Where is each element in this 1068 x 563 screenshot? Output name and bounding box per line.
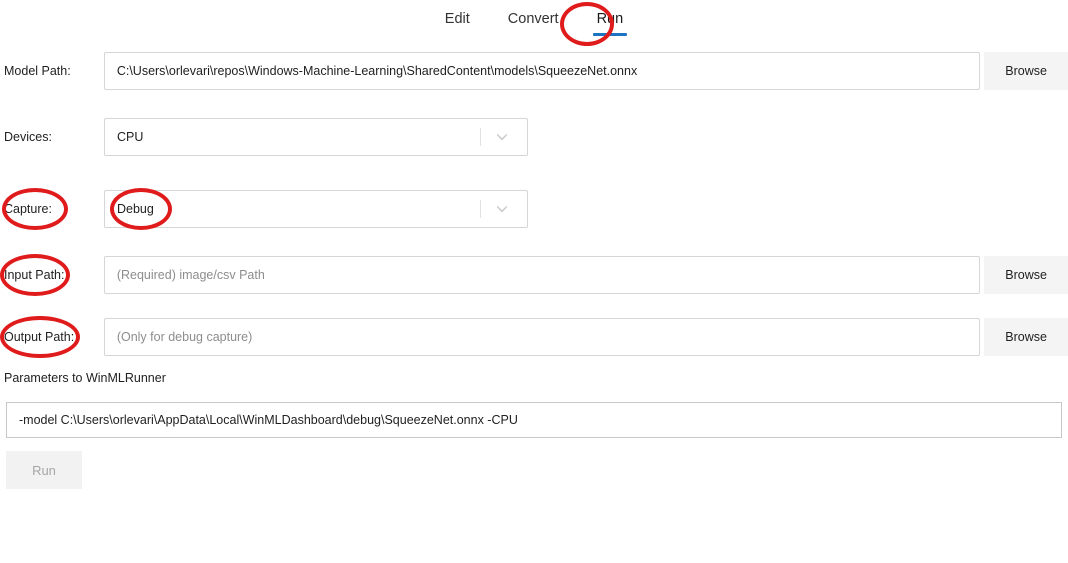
capture-value: Debug xyxy=(117,202,154,216)
tab-bar: Edit Convert Run xyxy=(0,0,1068,44)
model-path-label: Model Path: xyxy=(4,64,71,78)
output-path-placeholder: (Only for debug capture) xyxy=(116,330,253,344)
input-path-browse-button[interactable]: Browse xyxy=(984,256,1068,294)
model-path-browse-label: Browse xyxy=(1005,64,1047,78)
capture-dropdown[interactable]: Debug xyxy=(104,190,528,228)
tab-convert-label: Convert xyxy=(507,11,559,28)
output-path-browse-label: Browse xyxy=(1005,330,1047,344)
output-path-label: Output Path: xyxy=(4,330,75,344)
parameters-input[interactable]: -model C:\Users\orlevari\AppData\Local\W… xyxy=(6,402,1062,438)
chevron-down-icon[interactable] xyxy=(495,130,509,144)
run-button-label: Run xyxy=(32,462,56,478)
input-path-input[interactable]: (Required) image/csv Path xyxy=(103,256,981,294)
devices-value: CPU xyxy=(117,130,144,144)
input-path-label: Input Path: xyxy=(4,268,65,282)
output-path-row: Output Path: (Only for debug capture) Br… xyxy=(0,318,1068,356)
devices-label: Devices: xyxy=(4,130,52,144)
tab-edit[interactable]: Edit xyxy=(437,8,478,36)
parameters-label: Parameters to WinMLRunner xyxy=(4,371,166,385)
devices-row: Devices: CPU xyxy=(0,118,1068,156)
tab-run[interactable]: Run xyxy=(589,8,632,36)
capture-row: Capture: Debug xyxy=(0,190,1068,228)
tab-run-label: Run xyxy=(596,11,624,28)
parameters-value: -model C:\Users\orlevari\AppData\Local\W… xyxy=(19,413,518,427)
model-path-input[interactable]: C:\Users\orlevari\repos\Windows-Machine-… xyxy=(103,52,981,90)
tab-edit-label: Edit xyxy=(444,11,470,28)
input-path-placeholder: (Required) image/csv Path xyxy=(116,268,265,282)
run-button[interactable]: Run xyxy=(6,451,82,489)
capture-divider xyxy=(480,200,481,218)
model-path-value: C:\Users\orlevari\repos\Windows-Machine-… xyxy=(116,64,638,78)
input-path-browse-label: Browse xyxy=(1005,268,1047,282)
tab-convert[interactable]: Convert xyxy=(500,8,567,36)
devices-divider xyxy=(480,128,481,146)
model-path-browse-button[interactable]: Browse xyxy=(984,52,1068,90)
output-path-input[interactable]: (Only for debug capture) xyxy=(103,318,981,356)
capture-label: Capture: xyxy=(4,202,52,216)
model-path-row: Model Path: C:\Users\orlevari\repos\Wind… xyxy=(0,52,1068,90)
devices-dropdown[interactable]: CPU xyxy=(104,118,528,156)
chevron-down-icon[interactable] xyxy=(495,202,509,216)
input-path-row: Input Path: (Required) image/csv Path Br… xyxy=(0,256,1068,294)
output-path-browse-button[interactable]: Browse xyxy=(984,318,1068,356)
